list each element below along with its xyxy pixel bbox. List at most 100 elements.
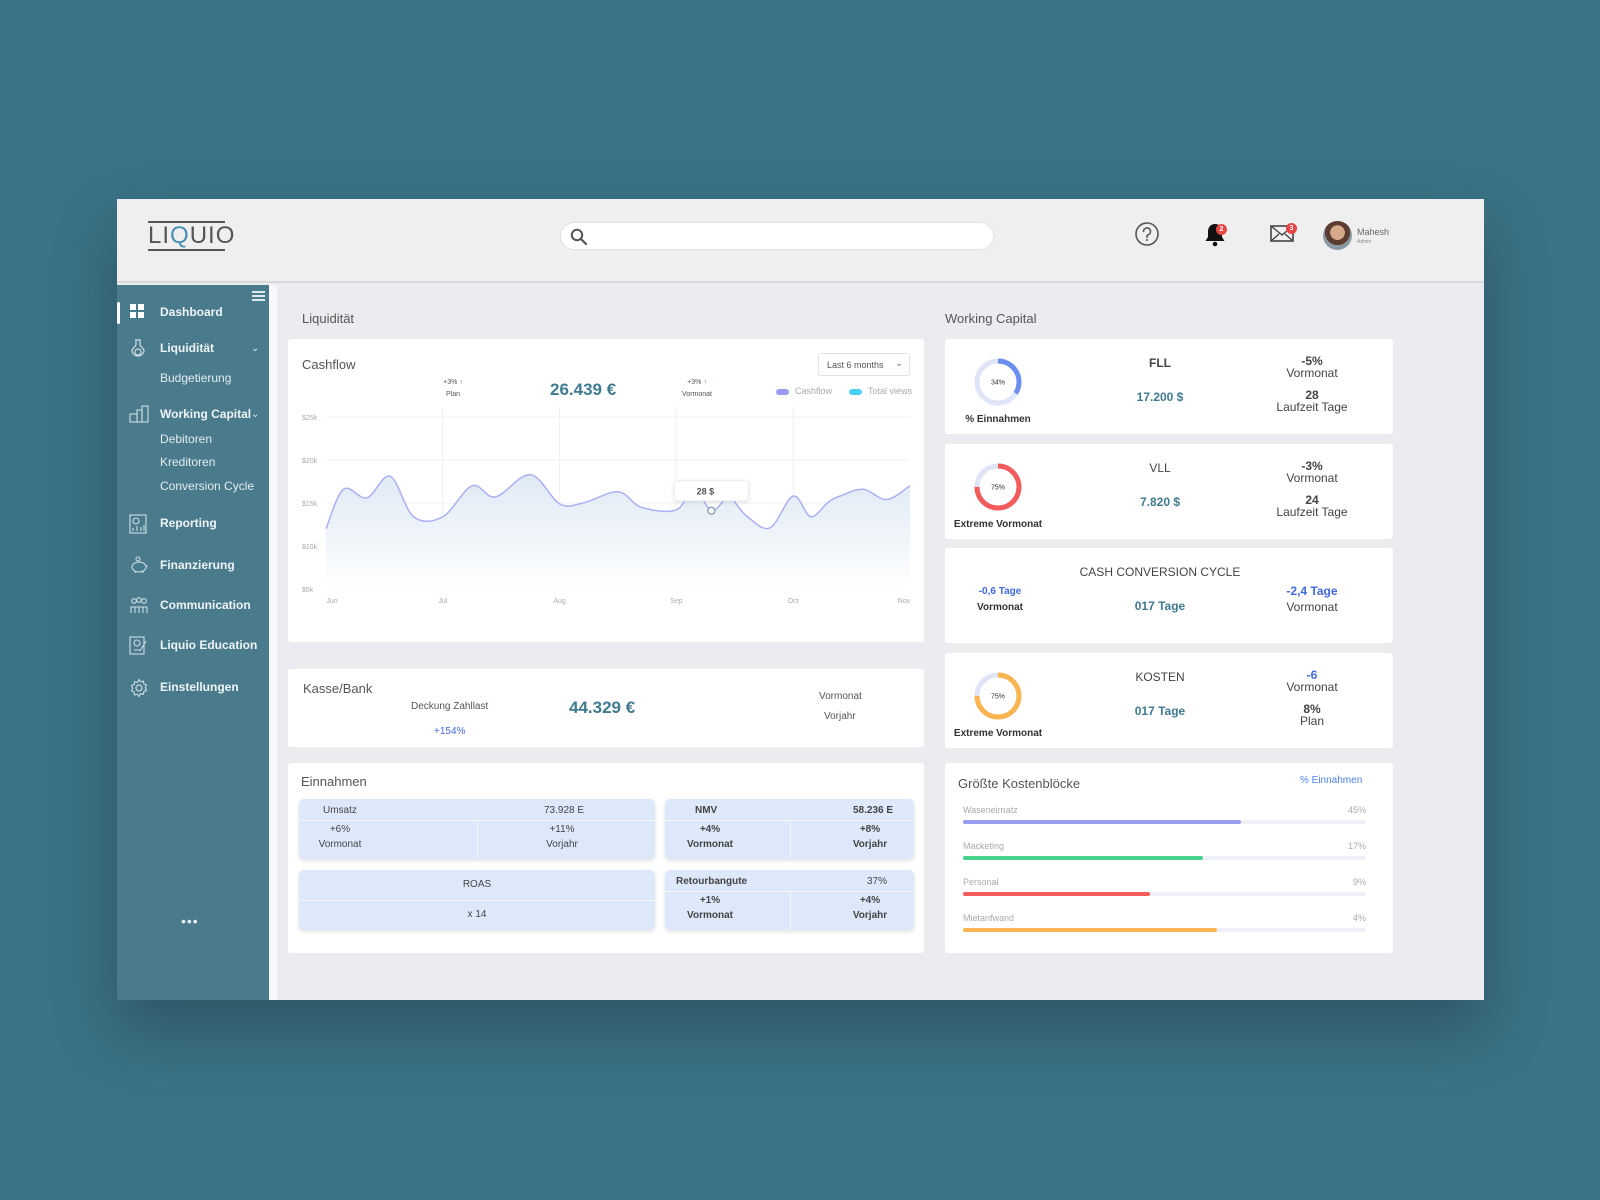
legend-item-total-views[interactable]: Total views: [849, 386, 912, 396]
einnahmen-title: Einnahmen: [301, 774, 367, 789]
search-icon[interactable]: [570, 228, 588, 251]
data-point[interactable]: [437, 511, 449, 523]
data-point[interactable]: [466, 480, 478, 492]
deckung-label: Deckung Zahllast: [411, 701, 489, 712]
sidebar-subitem-budgetierung[interactable]: Budgetierung: [160, 371, 231, 385]
notifications-button[interactable]: 2: [1202, 221, 1232, 251]
roas-tile[interactable]: ROAS x 14: [299, 870, 655, 930]
sidebar-scrollbar[interactable]: [269, 285, 277, 1000]
einnahmen-toggle-link[interactable]: % Einnahmen: [1300, 775, 1362, 786]
sidebar-subitem-debitoren[interactable]: Debitoren: [160, 432, 212, 446]
logo[interactable]: LIQUIO: [148, 221, 234, 251]
kpi-plan: +3% ↑ Plan: [438, 377, 468, 401]
donut-percent: 34%: [991, 380, 1005, 387]
sidebar-subitem-conversion-cycle[interactable]: Conversion Cycle: [160, 479, 254, 493]
delta-label: Vormonat: [1286, 366, 1338, 380]
sidebar-subitem-kreditoren[interactable]: Kreditoren: [160, 455, 215, 469]
kosten-card[interactable]: 75% Extreme Vormonat KOSTEN 017 Tage -6 V…: [945, 653, 1393, 748]
app-window: LIQUIO 2 3 Mahesh Admin Dashboard Liquid…: [117, 199, 1484, 1000]
data-point[interactable]: [764, 522, 776, 534]
sidebar-item-working-capital[interactable]: Working Capital ⌄: [117, 403, 269, 427]
avatar[interactable]: [1323, 221, 1352, 250]
delta-label: Vormonat: [1286, 680, 1338, 694]
search-input[interactable]: [597, 226, 977, 246]
einnahmen-card: Einnahmen Umsatz 73.928 E +6% Vormonat +1…: [288, 763, 924, 953]
data-point[interactable]: [338, 483, 350, 495]
delta: +8%: [859, 824, 881, 835]
logo-text-q: Q: [170, 222, 190, 249]
message-badge: 3: [1286, 223, 1297, 234]
data-point[interactable]: [787, 490, 799, 502]
data-point[interactable]: [805, 511, 817, 523]
data-point[interactable]: [489, 491, 501, 503]
chevron-down-icon: ⌄: [895, 358, 904, 369]
sidebar-item-label: Working Capital: [160, 407, 252, 421]
kasse-bank-value: 44.329 €: [569, 698, 636, 717]
data-point[interactable]: [670, 504, 682, 516]
delta-label: Vormonat: [318, 839, 362, 850]
data-point[interactable]: [822, 496, 834, 508]
sidebar-item-label: Communication: [160, 598, 251, 612]
y-tick-label: $15k: [302, 501, 318, 508]
kostenbloecke-card: Größte Kostenblöcke % Einnahmen Waseneir…: [945, 763, 1393, 953]
vll-value: 7.820 $: [1139, 495, 1181, 509]
vll-card[interactable]: 75% Extreme Vormonat VLL 7.820 $ -3% Vorm…: [945, 444, 1393, 539]
data-point[interactable]: [612, 486, 624, 498]
messages-button[interactable]: 3: [1269, 221, 1299, 251]
fll-card[interactable]: 34% % Einnahmen FLL 17.200 $ -5% Vormonat…: [945, 339, 1393, 434]
ccc-left-label: Vormonat: [977, 602, 1023, 613]
cashflow-title: Cashflow: [302, 357, 356, 372]
data-point[interactable]: [740, 510, 752, 522]
nmv-tile[interactable]: NMV 58.236 E +4% Vormonat +8% Vorjahr: [665, 799, 914, 859]
sidebar-item-finanzierung[interactable]: Finanzierung: [117, 554, 269, 578]
data-point[interactable]: [577, 497, 589, 509]
y-tick-label: $10k: [302, 544, 318, 551]
search-bar[interactable]: [560, 222, 994, 250]
notification-badge: 2: [1216, 224, 1227, 235]
cost-name: Waseneirnatz: [963, 805, 1018, 815]
vll-title: VLL: [1149, 461, 1171, 475]
top-bar: LIQUIO 2 3 Mahesh Admin: [117, 199, 1484, 283]
data-point[interactable]: [554, 498, 566, 510]
data-point[interactable]: [524, 469, 536, 481]
cost-percent: 9%: [1352, 877, 1366, 887]
sidebar-item-reporting[interactable]: Reporting: [117, 512, 269, 536]
more-options-icon[interactable]: •••: [181, 913, 199, 929]
sidebar-item-label: Einstellungen: [160, 680, 239, 694]
data-point[interactable]: [881, 494, 893, 506]
delta-label: Vormonat: [687, 839, 733, 850]
data-point[interactable]: [408, 511, 420, 523]
data-point[interactable]: [904, 480, 916, 492]
people-icon: [129, 596, 148, 614]
cashflow-chart: $5k $10k $15k $20k $25k Jun Jul Aug Sep Oct Nov 28 …: [302, 407, 916, 605]
cost-bar-track: [963, 928, 1366, 932]
data-point[interactable]: [361, 492, 373, 504]
chevron-down-icon[interactable]: ⌄: [251, 409, 259, 420]
cost-name: Mietanfwand: [963, 913, 1015, 923]
kosten-value: 017 Tage: [1134, 704, 1186, 718]
fll-title: FLL: [1149, 356, 1171, 370]
umsatz-tile[interactable]: Umsatz 73.928 E +6% Vormonat +11% Vorjahr: [299, 799, 655, 859]
cost-bar-track: [963, 892, 1366, 896]
chevron-down-icon[interactable]: ⌄: [251, 343, 259, 354]
data-point[interactable]: [320, 523, 332, 535]
tooltip-point[interactable]: [707, 506, 716, 515]
data-point[interactable]: [384, 470, 396, 482]
sidebar-item-einstellungen[interactable]: Einstellungen: [117, 676, 269, 700]
menu-toggle-icon[interactable]: [252, 291, 265, 301]
data-point[interactable]: [635, 501, 647, 513]
gear-icon: [129, 678, 148, 698]
help-button[interactable]: [1134, 221, 1164, 251]
umsatz-value: 73.928 E: [544, 805, 585, 816]
data-point[interactable]: [834, 490, 846, 502]
data-point[interactable]: [857, 483, 869, 495]
legend-item-cashflow[interactable]: Cashflow: [776, 386, 832, 396]
sidebar-item-dashboard[interactable]: Dashboard: [117, 301, 269, 325]
sidebar-item-communication[interactable]: Communication: [117, 594, 269, 618]
cash-conversion-cycle-card[interactable]: CASH CONVERSION CYCLE 017 Tage -0,6 Tage…: [945, 548, 1393, 643]
range-select[interactable]: Last 6 months ⌄: [818, 353, 910, 376]
sidebar-item-liquiditaet[interactable]: Liquidität ⌄: [117, 337, 269, 361]
retour-tile[interactable]: Retourbangute 37% +1% Vormonat +4% Vorjahr: [665, 870, 914, 930]
sidebar-item-liquio-education[interactable]: Liquio Education: [117, 634, 269, 658]
cost-bar-fill: [963, 892, 1151, 896]
